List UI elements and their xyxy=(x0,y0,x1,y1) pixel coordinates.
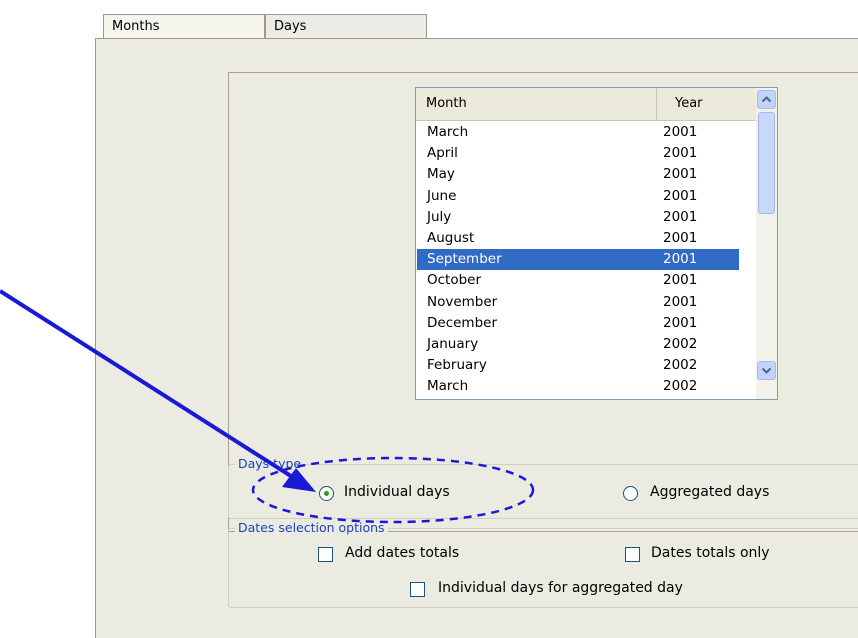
row-month: March xyxy=(427,378,469,395)
individual-days-radio[interactable] xyxy=(319,486,334,501)
row-year: 2001 xyxy=(663,166,698,183)
row-month: August xyxy=(427,230,475,246)
aggregated-days-label[interactable]: Aggregated days xyxy=(650,484,769,500)
column-header-year[interactable]: Year xyxy=(657,88,757,120)
tab-days[interactable]: Days xyxy=(265,14,427,40)
days-type-legend: Days type xyxy=(235,456,305,471)
add-dates-totals-label[interactable]: Add dates totals xyxy=(345,545,459,561)
individual-days-aggregated-label[interactable]: Individual days for aggregated day xyxy=(438,580,683,596)
tab-months[interactable]: Months xyxy=(103,14,265,40)
list-row[interactable]: July 2001 xyxy=(417,207,757,228)
row-month: January xyxy=(427,336,479,352)
list-row[interactable]: March 2002 xyxy=(417,376,757,397)
list-row[interactable]: November 2001 xyxy=(417,292,757,313)
row-year: 2001 xyxy=(663,145,698,162)
list-row[interactable]: February 2002 xyxy=(417,355,757,376)
scroll-thumb[interactable] xyxy=(758,112,775,214)
row-month: February xyxy=(427,357,487,374)
dates-totals-only-checkbox[interactable] xyxy=(625,547,640,562)
row-year: 2001 xyxy=(663,187,698,204)
row-year: 2002 xyxy=(663,378,698,395)
row-year: 2001 xyxy=(663,272,698,289)
scroll-up-button[interactable] xyxy=(757,90,776,109)
list-row[interactable]: August 2001 xyxy=(417,228,757,249)
list-row[interactable]: January 2002 xyxy=(417,334,757,355)
list-row[interactable]: September 2001 xyxy=(417,249,739,271)
row-month: December xyxy=(427,314,498,331)
row-year: 2001 xyxy=(663,293,698,310)
row-month: September xyxy=(427,251,502,268)
individual-days-label[interactable]: Individual days xyxy=(344,484,450,500)
dates-selection-legend: Dates selection options xyxy=(235,520,388,535)
list-scrollbar[interactable] xyxy=(756,88,777,399)
row-month: November xyxy=(427,293,498,310)
scroll-down-button[interactable] xyxy=(757,361,776,380)
row-month: May xyxy=(427,166,455,183)
tab-days-label: Days xyxy=(274,19,307,34)
row-year: 2001 xyxy=(663,230,698,246)
row-month: April xyxy=(427,145,458,162)
chevron-down-icon xyxy=(761,367,772,374)
column-header-month[interactable]: Month xyxy=(416,88,657,120)
row-year: 2001 xyxy=(663,314,698,331)
row-month: July xyxy=(427,208,452,225)
list-row[interactable]: April 2001 xyxy=(417,143,757,164)
list-row[interactable]: May 2001 xyxy=(417,164,757,185)
row-month: March xyxy=(427,124,469,140)
row-month: October xyxy=(427,272,482,289)
list-row[interactable]: October 2001 xyxy=(417,270,757,291)
add-dates-totals-checkbox[interactable] xyxy=(318,547,333,562)
dates-totals-only-label[interactable]: Dates totals only xyxy=(651,545,770,561)
radio-selected-dot xyxy=(324,491,329,496)
month-year-list[interactable]: Month Year March 2001 April 2001 May 2001 June… xyxy=(415,87,778,400)
list-row[interactable]: June 2001 xyxy=(417,186,757,207)
row-year: 2002 xyxy=(663,357,698,374)
list-header: Month Year xyxy=(416,88,757,121)
individual-days-aggregated-checkbox[interactable] xyxy=(410,582,425,597)
tab-months-label: Months xyxy=(112,19,160,34)
row-year: 2001 xyxy=(663,124,698,140)
row-year: 2001 xyxy=(663,208,698,225)
row-year: 2001 xyxy=(663,251,698,268)
aggregated-days-radio[interactable] xyxy=(623,486,638,501)
row-month: June xyxy=(427,187,457,204)
row-year: 2002 xyxy=(663,336,698,352)
dates-selection-group: Dates selection options xyxy=(228,520,858,608)
list-row[interactable]: December 2001 xyxy=(417,313,757,334)
chevron-up-icon xyxy=(761,96,772,103)
list-row[interactable]: March 2001 xyxy=(417,122,757,143)
